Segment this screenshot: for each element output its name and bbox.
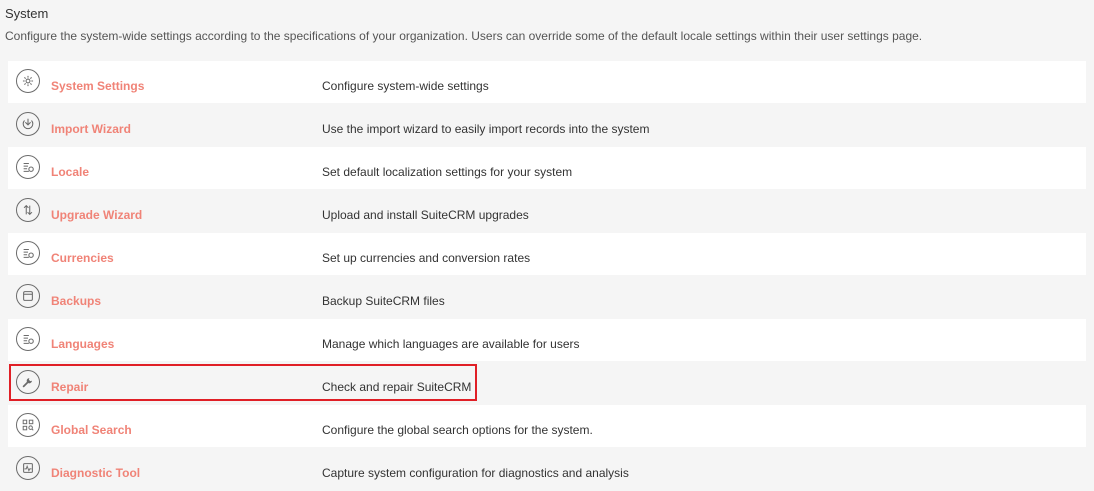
backup-icon[interactable]: [16, 284, 40, 308]
row-currencies[interactable]: Currencies Set up currencies and convers…: [8, 233, 1086, 275]
row-upgrade-wizard[interactable]: Upgrade Wizard Upload and install SuiteC…: [8, 190, 1086, 232]
system-admin-panel: System Configure the system-wide setting…: [0, 0, 1094, 490]
repair-link[interactable]: Repair: [51, 380, 88, 394]
diagnostic-tool-description: Capture system configuration for diagnos…: [322, 466, 629, 480]
wrench-icon[interactable]: [16, 370, 40, 394]
locale-link[interactable]: Locale: [51, 165, 89, 179]
admin-link-list: System Settings Configure system-wide se…: [8, 61, 1086, 491]
global-search-description: Configure the global search options for …: [322, 423, 593, 437]
row-import-wizard[interactable]: Import Wizard Use the import wizard to e…: [8, 104, 1086, 146]
system-settings-description: Configure system-wide settings: [322, 79, 489, 93]
upgrade-wizard-link[interactable]: Upgrade Wizard: [51, 208, 142, 222]
section-description: Configure the system-wide settings accor…: [5, 29, 923, 43]
languages-link[interactable]: Languages: [51, 337, 114, 351]
languages-description: Manage which languages are available for…: [322, 337, 580, 351]
row-repair[interactable]: Repair Check and repair SuiteCRM: [8, 362, 1086, 404]
upgrade-icon[interactable]: [16, 198, 40, 222]
import-wizard-link[interactable]: Import Wizard: [51, 122, 131, 136]
row-system-settings[interactable]: System Settings Configure system-wide se…: [8, 61, 1086, 103]
currencies-link[interactable]: Currencies: [51, 251, 114, 265]
diagnostic-icon[interactable]: [16, 456, 40, 480]
locale-icon[interactable]: [16, 155, 40, 179]
row-languages[interactable]: Languages Manage which languages are ava…: [8, 319, 1086, 361]
import-wizard-description: Use the import wizard to easily import r…: [322, 122, 650, 136]
currencies-description: Set up currencies and conversion rates: [322, 251, 531, 265]
row-locale[interactable]: Locale Set default localization settings…: [8, 147, 1086, 189]
upgrade-wizard-description: Upload and install SuiteCRM upgrades: [322, 208, 529, 222]
backups-link[interactable]: Backups: [51, 294, 101, 308]
repair-description: Check and repair SuiteCRM: [322, 380, 472, 394]
section-title: System: [5, 6, 49, 21]
row-diagnostic-tool[interactable]: Diagnostic Tool Capture system configura…: [8, 448, 1086, 490]
row-global-search[interactable]: Global Search Configure the global searc…: [8, 405, 1086, 447]
gear-icon[interactable]: [16, 69, 40, 93]
row-backups[interactable]: Backups Backup SuiteCRM files: [8, 276, 1086, 318]
system-settings-link[interactable]: System Settings: [51, 79, 144, 93]
global-search-icon[interactable]: [16, 413, 40, 437]
language-icon[interactable]: [16, 327, 40, 351]
locale-description: Set default localization settings for yo…: [322, 165, 573, 179]
import-icon[interactable]: [16, 112, 40, 136]
diagnostic-tool-link[interactable]: Diagnostic Tool: [51, 466, 140, 480]
global-search-link[interactable]: Global Search: [51, 423, 132, 437]
currency-icon[interactable]: [16, 241, 40, 265]
backups-description: Backup SuiteCRM files: [322, 294, 445, 308]
